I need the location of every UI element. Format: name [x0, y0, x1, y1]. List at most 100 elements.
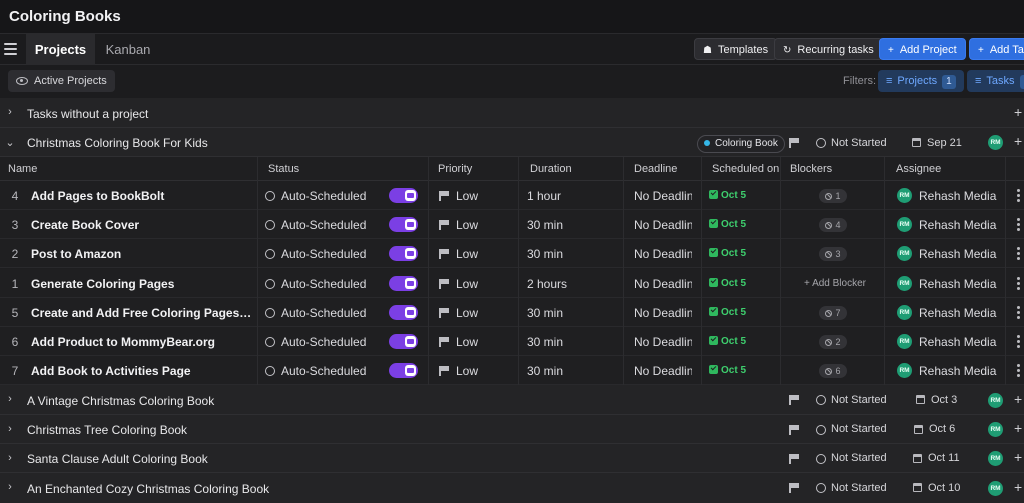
- more-options-icon[interactable]: [1017, 189, 1021, 204]
- chevron-right-icon[interactable]: ›: [4, 423, 16, 435]
- project-row[interactable]: › Christmas Tree Coloring Book Not Start…: [0, 415, 1024, 444]
- more-options-icon[interactable]: [1017, 364, 1021, 379]
- chevron-right-icon[interactable]: ›: [4, 106, 16, 118]
- column-header-duration[interactable]: Duration: [530, 163, 572, 175]
- task-assignee[interactable]: Rehash Media: [919, 306, 1005, 320]
- task-scheduled[interactable]: Oct 5: [709, 248, 746, 259]
- task-priority[interactable]: Low: [456, 306, 478, 320]
- menu-icon[interactable]: [4, 43, 17, 55]
- task-deadline[interactable]: No Deadline: [634, 364, 692, 378]
- task-deadline[interactable]: No Deadline: [634, 189, 692, 203]
- add-task-plus-icon[interactable]: +: [1014, 479, 1022, 495]
- group-row[interactable]: › Tasks without a project +: [0, 98, 1024, 128]
- project-status[interactable]: Not Started: [831, 482, 887, 494]
- project-status[interactable]: Not Started: [831, 423, 887, 435]
- add-task-plus-icon[interactable]: +: [1014, 449, 1022, 465]
- chevron-right-icon[interactable]: ›: [4, 452, 16, 464]
- avatar[interactable]: RM: [988, 422, 1003, 437]
- task-deadline[interactable]: No Deadline: [634, 277, 692, 291]
- project-date[interactable]: Oct 3: [931, 394, 957, 406]
- auto-schedule-toggle[interactable]: [389, 246, 418, 261]
- task-name[interactable]: Create and Add Free Coloring Pages to Si…: [31, 306, 254, 320]
- column-header-scheduled[interactable]: Scheduled on: [712, 163, 779, 175]
- blockers-badge[interactable]: 2: [819, 335, 847, 349]
- blockers-badge[interactable]: 3: [819, 247, 847, 261]
- avatar[interactable]: RM: [988, 481, 1003, 496]
- task-status[interactable]: Auto-Scheduled: [281, 189, 366, 203]
- table-row[interactable]: 2 Post to Amazon Auto-Scheduled Low 30 m…: [0, 239, 1024, 268]
- project-row[interactable]: › An Enchanted Cozy Christmas Coloring B…: [0, 473, 1024, 503]
- task-status[interactable]: Auto-Scheduled: [281, 335, 366, 349]
- column-header-assignee[interactable]: Assignee: [896, 163, 941, 175]
- task-assignee[interactable]: Rehash Media: [919, 277, 1005, 291]
- project-date[interactable]: Oct 10: [928, 482, 960, 494]
- add-task-plus-icon[interactable]: +: [1014, 391, 1022, 407]
- tab-kanban[interactable]: Kanban: [95, 34, 161, 65]
- column-header-status[interactable]: Status: [268, 163, 299, 175]
- task-priority[interactable]: Low: [456, 218, 478, 232]
- avatar[interactable]: RM: [988, 393, 1003, 408]
- task-priority[interactable]: Low: [456, 335, 478, 349]
- task-deadline[interactable]: No Deadline: [634, 306, 692, 320]
- task-scheduled[interactable]: Oct 5: [709, 278, 746, 289]
- task-scheduled[interactable]: Oct 5: [709, 219, 746, 230]
- table-row[interactable]: 5 Create and Add Free Coloring Pages to …: [0, 298, 1024, 327]
- table-row[interactable]: 1 Generate Coloring Pages Auto-Scheduled…: [0, 269, 1024, 298]
- task-duration[interactable]: 30 min: [527, 364, 563, 378]
- task-duration[interactable]: 30 min: [527, 306, 563, 320]
- task-status[interactable]: Auto-Scheduled: [281, 218, 366, 232]
- auto-schedule-toggle[interactable]: [389, 276, 418, 291]
- add-task-button[interactable]: + Add Ta: [969, 38, 1024, 60]
- more-options-icon[interactable]: [1017, 277, 1021, 292]
- project-status[interactable]: Not Started: [831, 394, 887, 406]
- avatar[interactable]: RM: [988, 135, 1003, 150]
- auto-schedule-toggle[interactable]: [389, 363, 418, 378]
- task-priority[interactable]: Low: [456, 189, 478, 203]
- column-header-name[interactable]: Name: [8, 163, 37, 175]
- flag-icon[interactable]: [789, 483, 799, 493]
- avatar[interactable]: RM: [988, 451, 1003, 466]
- task-scheduled[interactable]: Oct 5: [709, 336, 746, 347]
- task-status[interactable]: Auto-Scheduled: [281, 277, 366, 291]
- add-blocker-button[interactable]: + Add Blocker: [804, 278, 866, 289]
- tab-projects[interactable]: Projects: [26, 34, 95, 65]
- chevron-right-icon[interactable]: ›: [4, 481, 16, 493]
- active-projects-toggle[interactable]: Active Projects: [8, 70, 115, 92]
- task-assignee[interactable]: Rehash Media: [919, 247, 1005, 261]
- flag-icon[interactable]: [789, 425, 799, 435]
- table-row[interactable]: 6 Add Product to MommyBear.org Auto-Sche…: [0, 327, 1024, 356]
- task-duration[interactable]: 30 min: [527, 335, 563, 349]
- tasks-filter-chip[interactable]: ≡ Tasks 1: [967, 70, 1024, 92]
- task-name[interactable]: Create Book Cover: [31, 218, 254, 232]
- blockers-badge[interactable]: 1: [819, 189, 847, 203]
- project-row[interactable]: › Santa Clause Adult Coloring Book Not S…: [0, 444, 1024, 473]
- task-name[interactable]: Post to Amazon: [31, 247, 254, 261]
- task-name[interactable]: Generate Coloring Pages: [31, 277, 254, 291]
- task-priority[interactable]: Low: [456, 247, 478, 261]
- task-name[interactable]: Add Book to Activities Page: [31, 364, 254, 378]
- task-priority[interactable]: Low: [456, 277, 478, 291]
- table-row[interactable]: 4 Add Pages to BookBolt Auto-Scheduled L…: [0, 181, 1024, 210]
- blockers-badge[interactable]: 4: [819, 218, 847, 232]
- flag-icon[interactable]: [789, 395, 799, 405]
- column-header-priority[interactable]: Priority: [438, 163, 472, 175]
- projects-filter-chip[interactable]: ≡ Projects 1: [878, 70, 964, 92]
- task-duration[interactable]: 30 min: [527, 218, 563, 232]
- add-project-button[interactable]: + Add Project: [879, 38, 966, 60]
- project-row[interactable]: › A Vintage Christmas Coloring Book Not …: [0, 385, 1024, 415]
- auto-schedule-toggle[interactable]: [389, 188, 418, 203]
- chevron-right-icon[interactable]: ›: [4, 393, 16, 405]
- task-scheduled[interactable]: Oct 5: [709, 307, 746, 318]
- project-row-expanded[interactable]: ⌄ Christmas Coloring Book For Kids Color…: [0, 128, 1024, 157]
- add-task-plus-icon[interactable]: +: [1014, 420, 1022, 436]
- add-task-plus-icon[interactable]: +: [1014, 104, 1022, 120]
- project-status[interactable]: Not Started: [831, 137, 887, 149]
- column-header-blockers[interactable]: Blockers: [790, 163, 832, 175]
- project-date[interactable]: Oct 11: [928, 452, 960, 464]
- more-options-icon[interactable]: [1017, 335, 1021, 350]
- table-row[interactable]: 3 Create Book Cover Auto-Scheduled Low 3…: [0, 210, 1024, 239]
- auto-schedule-toggle[interactable]: [389, 305, 418, 320]
- task-status[interactable]: Auto-Scheduled: [281, 247, 366, 261]
- recurring-tasks-button[interactable]: ↻ Recurring tasks: [774, 38, 883, 60]
- add-task-plus-icon[interactable]: +: [1014, 133, 1022, 149]
